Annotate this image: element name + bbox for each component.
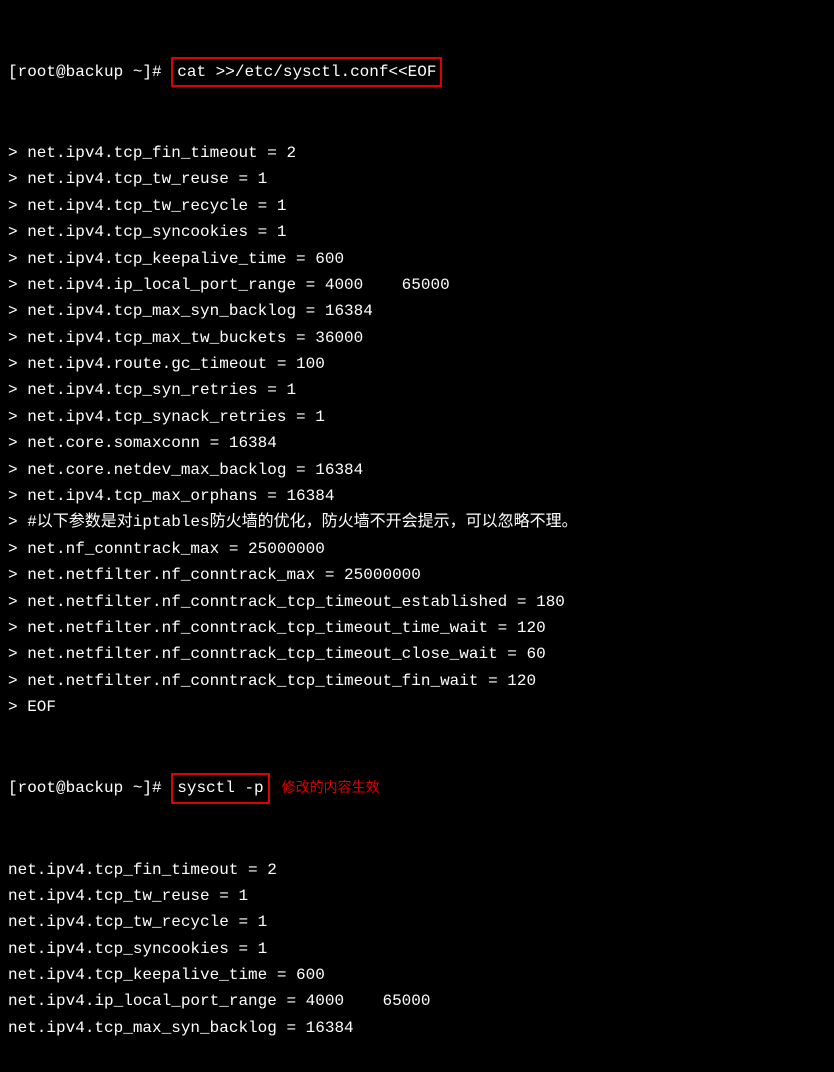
heredoc-line: > net.netfilter.nf_conntrack_tcp_timeout… bbox=[8, 615, 826, 641]
heredoc-line: > net.ipv4.tcp_max_orphans = 16384 bbox=[8, 483, 826, 509]
heredoc-line: > net.ipv4.route.gc_timeout = 100 bbox=[8, 351, 826, 377]
output-line: net.ipv4.ip_local_port_range = 4000 6500… bbox=[8, 988, 826, 1014]
heredoc-line: > net.ipv4.tcp_max_syn_backlog = 16384 bbox=[8, 298, 826, 324]
heredoc-line: > net.nf_conntrack_max = 25000000 bbox=[8, 536, 826, 562]
heredoc-line: > #以下参数是对iptables防火墙的优化，防火墙不开会提示，可以忽略不理。 bbox=[8, 509, 826, 535]
highlighted-command-1: cat >>/etc/sysctl.conf<<EOF bbox=[171, 57, 442, 87]
prompt-prefix: [root@backup ~]# bbox=[8, 63, 171, 81]
heredoc-line: > net.netfilter.nf_conntrack_tcp_timeout… bbox=[8, 589, 826, 615]
output-line: net.ipv4.tcp_tw_recycle = 1 bbox=[8, 909, 826, 935]
output-line: net.ipv4.tcp_fin_timeout = 2 bbox=[8, 857, 826, 883]
annotation-text: 修改的内容生效 bbox=[282, 779, 380, 795]
heredoc-line: > net.core.somaxconn = 16384 bbox=[8, 430, 826, 456]
heredoc-line: > net.netfilter.nf_conntrack_tcp_timeout… bbox=[8, 641, 826, 667]
output-line: net.ipv4.tcp_tw_reuse = 1 bbox=[8, 883, 826, 909]
heredoc-line: > net.ipv4.tcp_keepalive_time = 600 bbox=[8, 246, 826, 272]
terminal-window[interactable]: [root@backup ~]# cat >>/etc/sysctl.conf<… bbox=[0, 0, 834, 1072]
prompt-prefix: [root@backup ~]# bbox=[8, 779, 171, 797]
heredoc-line: > net.ipv4.tcp_max_tw_buckets = 36000 bbox=[8, 325, 826, 351]
output-block: net.ipv4.tcp_fin_timeout = 2net.ipv4.tcp… bbox=[8, 857, 826, 1042]
output-line: net.ipv4.tcp_syncookies = 1 bbox=[8, 936, 826, 962]
heredoc-line: > net.ipv4.tcp_synack_retries = 1 bbox=[8, 404, 826, 430]
output-line: net.ipv4.tcp_max_syn_backlog = 16384 bbox=[8, 1015, 826, 1041]
heredoc-line: > EOF bbox=[8, 694, 826, 720]
heredoc-block: > net.ipv4.tcp_fin_timeout = 2> net.ipv4… bbox=[8, 140, 826, 721]
heredoc-line: > net.ipv4.ip_local_port_range = 4000 65… bbox=[8, 272, 826, 298]
heredoc-line: > net.ipv4.tcp_syncookies = 1 bbox=[8, 219, 826, 245]
prompt-line-1: [root@backup ~]# cat >>/etc/sysctl.conf<… bbox=[8, 57, 826, 87]
heredoc-line: > net.ipv4.tcp_tw_reuse = 1 bbox=[8, 166, 826, 192]
heredoc-line: > net.ipv4.tcp_tw_recycle = 1 bbox=[8, 193, 826, 219]
heredoc-line: > net.core.netdev_max_backlog = 16384 bbox=[8, 457, 826, 483]
heredoc-line: > net.ipv4.tcp_fin_timeout = 2 bbox=[8, 140, 826, 166]
heredoc-line: > net.netfilter.nf_conntrack_max = 25000… bbox=[8, 562, 826, 588]
output-line: net.ipv4.tcp_keepalive_time = 600 bbox=[8, 962, 826, 988]
heredoc-line: > net.ipv4.tcp_syn_retries = 1 bbox=[8, 377, 826, 403]
heredoc-line: > net.netfilter.nf_conntrack_tcp_timeout… bbox=[8, 668, 826, 694]
